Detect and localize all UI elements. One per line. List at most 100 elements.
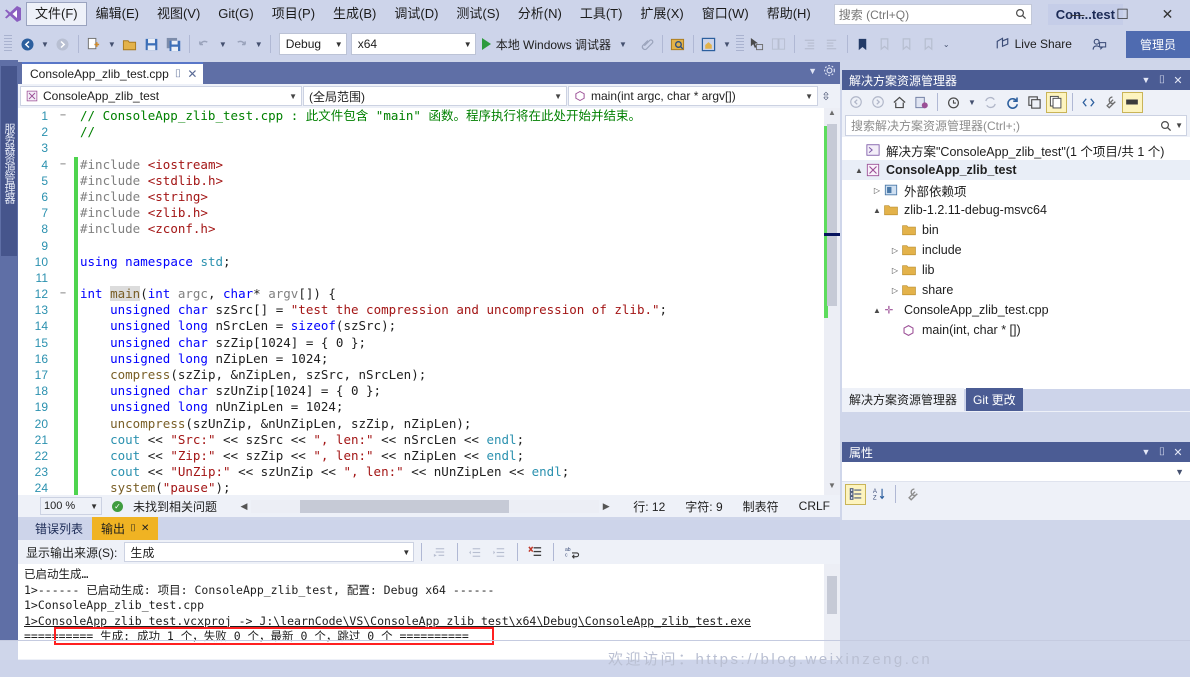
scroll-left-icon[interactable]: ◀: [237, 501, 251, 512]
history-icon[interactable]: [943, 92, 964, 113]
pending-changes-icon[interactable]: [911, 92, 932, 113]
tab-error-list[interactable]: 错误列表: [26, 517, 92, 540]
new-project-dropdown-icon[interactable]: ▼: [105, 40, 119, 49]
code-line[interactable]: 20 uncompress(szUnZip, &nUnZipLen, szZip…: [18, 416, 840, 432]
code-line[interactable]: 23 cout << "UnZip:" << szUnZip << ", len…: [18, 464, 840, 480]
code-line[interactable]: 13 unsigned char szSrc[] = "test the com…: [18, 302, 840, 318]
server-explorer-tab[interactable]: 服务器资源管理器: [1, 66, 17, 256]
tree-item[interactable]: ▲zlib-1.2.11-debug-msvc64: [842, 200, 1190, 220]
tab-solution-explorer[interactable]: 解决方案资源管理器: [842, 388, 964, 411]
code-line[interactable]: 17 compress(szZip, &nZipLen, szSrc, nSrc…: [18, 367, 840, 383]
expander-icon[interactable]: ▲: [852, 166, 866, 175]
undo-icon[interactable]: [194, 33, 216, 55]
preview-selected-items-icon[interactable]: [667, 33, 689, 55]
fold-toggle-icon[interactable]: −: [58, 108, 68, 124]
pin-icon[interactable]: ⌷: [1154, 74, 1170, 87]
expander-icon[interactable]: ▲: [870, 306, 884, 315]
undo-dropdown-icon[interactable]: ▼: [216, 40, 230, 49]
code-line[interactable]: 9: [18, 238, 840, 254]
close-icon[interactable]: ✕: [1170, 446, 1186, 459]
expander-icon[interactable]: ▲: [870, 206, 884, 215]
attach-process-icon[interactable]: [636, 33, 658, 55]
tree-item[interactable]: ▲✛ConsoleApp_zlib_test.cpp: [842, 300, 1190, 320]
scroll-down-icon[interactable]: ▼: [824, 481, 840, 495]
close-button[interactable]: ✕: [1145, 0, 1190, 28]
code-line[interactable]: 8#include <zconf.h>: [18, 221, 840, 237]
close-icon[interactable]: ✕: [1170, 74, 1186, 87]
output-vertical-scrollbar[interactable]: [824, 564, 840, 659]
chevron-down-icon[interactable]: ▼: [1138, 447, 1154, 457]
code-line[interactable]: 10using namespace std;: [18, 254, 840, 270]
solution-home-icon[interactable]: [698, 33, 720, 55]
pin-icon[interactable]: ⌷: [130, 523, 136, 534]
scrollbar-thumb[interactable]: [827, 124, 837, 306]
menu-item-analyze[interactable]: 分析(N): [509, 2, 571, 26]
menu-item-git[interactable]: Git(G): [209, 2, 262, 26]
save-all-icon[interactable]: [163, 33, 185, 55]
gear-icon[interactable]: [823, 64, 836, 77]
menu-item-extensions[interactable]: 扩展(X): [631, 2, 692, 26]
menu-item-view[interactable]: 视图(V): [148, 2, 209, 26]
toggle-word-wrap-icon[interactable]: abc: [561, 542, 582, 563]
categorized-icon[interactable]: [845, 484, 866, 505]
indent-icon[interactable]: [799, 33, 821, 55]
property-pages-icon[interactable]: [902, 484, 923, 505]
menu-item-project[interactable]: 项目(P): [263, 2, 324, 26]
next-message-icon[interactable]: [489, 542, 510, 563]
properties-object-combo[interactable]: ▼: [842, 462, 1190, 482]
select-element-icon[interactable]: [746, 33, 768, 55]
expander-icon[interactable]: ▷: [888, 246, 902, 255]
editor-vertical-scrollbar[interactable]: ▲ ▼: [824, 108, 840, 495]
go-to-message-icon[interactable]: [429, 542, 450, 563]
menu-item-edit[interactable]: 编辑(E): [87, 2, 148, 26]
scrollbar-thumb[interactable]: [827, 576, 837, 614]
previous-message-icon[interactable]: [465, 542, 486, 563]
refresh-icon[interactable]: [1002, 92, 1023, 113]
redo-icon[interactable]: [230, 33, 252, 55]
maximize-button[interactable]: ☐: [1100, 0, 1145, 28]
fold-toggle-icon[interactable]: −: [58, 286, 68, 302]
sync-icon[interactable]: [980, 92, 1001, 113]
properties-icon[interactable]: [1100, 92, 1121, 113]
code-line[interactable]: 7#include <zlib.h>: [18, 205, 840, 221]
tree-item[interactable]: ▲ConsoleApp_zlib_test: [842, 160, 1190, 180]
code-line[interactable]: 4−#include <iostream>: [18, 157, 840, 173]
tree-item[interactable]: bin: [842, 220, 1190, 240]
expander-icon[interactable]: ▷: [870, 186, 884, 195]
collapse-all-icon[interactable]: [1024, 92, 1045, 113]
view-code-icon[interactable]: [1078, 92, 1099, 113]
toolbar-grip[interactable]: [4, 35, 12, 53]
previous-bookmark-icon[interactable]: [896, 33, 918, 55]
menu-item-debug[interactable]: 调试(D): [385, 2, 447, 26]
code-line[interactable]: 6#include <string>: [18, 189, 840, 205]
code-line[interactable]: 2//: [18, 124, 840, 140]
code-line[interactable]: 5#include <stdlib.h>: [18, 173, 840, 189]
code-line[interactable]: 3: [18, 140, 840, 156]
code-line[interactable]: 19 unsigned long nUnZipLen = 1024;: [18, 399, 840, 415]
tree-item[interactable]: 解决方案"ConsoleApp_zlib_test"(1 个项目/共 1 个): [842, 140, 1190, 160]
start-debugging-button[interactable]: 本地 Windows 调试器 ▼: [476, 33, 636, 55]
minimize-button[interactable]: —: [1055, 0, 1100, 28]
forward-icon[interactable]: [867, 92, 888, 113]
clear-all-icon[interactable]: [525, 542, 546, 563]
code-line[interactable]: 24 system("pause");: [18, 480, 840, 495]
code-line[interactable]: 22 cout << "Zip:" << szZip << ", len:" <…: [18, 448, 840, 464]
menu-item-test[interactable]: 测试(S): [447, 2, 508, 26]
bookmark-icon[interactable]: [852, 33, 874, 55]
code-line[interactable]: 12−int main(int argc, char* argv[]) {: [18, 286, 840, 302]
expander-icon[interactable]: ▷: [888, 286, 902, 295]
new-project-icon[interactable]: [83, 33, 105, 55]
tree-item[interactable]: ▷外部依赖项: [842, 180, 1190, 200]
code-line[interactable]: 21 cout << "Src:" << szSrc << ", len:" <…: [18, 432, 840, 448]
chevron-down-icon[interactable]: ▼: [1172, 121, 1183, 130]
back-icon[interactable]: [845, 92, 866, 113]
chevron-down-icon[interactable]: ▼: [616, 40, 630, 49]
scroll-right-icon[interactable]: ▶: [599, 501, 613, 512]
chevron-down-icon[interactable]: ▼: [1138, 75, 1154, 85]
navigate-forward-icon[interactable]: [52, 33, 74, 55]
output-text[interactable]: 已启动生成…1>------ 已启动生成: 项目: ConsoleApp_zli…: [18, 564, 840, 659]
split-view-icon[interactable]: ⇳: [819, 90, 833, 103]
compare-icon[interactable]: [768, 33, 790, 55]
code-line[interactable]: 15 unsigned char szZip[1024] = { 0 };: [18, 335, 840, 351]
home-icon[interactable]: [889, 92, 910, 113]
